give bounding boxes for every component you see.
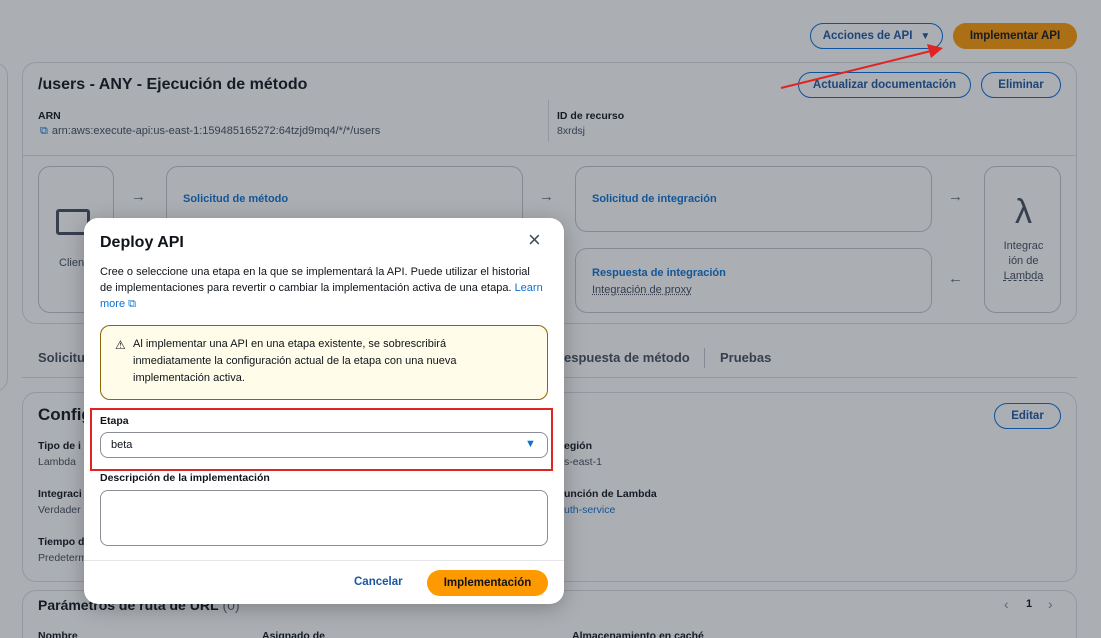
stage-label: Etapa [100, 415, 129, 427]
deploy-button[interactable]: Implementación [427, 570, 548, 596]
modal-description: Cree o seleccione una etapa en la que se… [100, 264, 545, 312]
modal-description-text: Cree o seleccione una etapa en la que se… [100, 266, 530, 294]
annotation-arrow [780, 44, 943, 89]
warning-icon: ⚠ [115, 338, 126, 352]
warning-text: Al implementar una API en una etapa exis… [133, 338, 457, 384]
stage-value: beta [111, 439, 133, 451]
caret-down-icon: ▼ [525, 438, 536, 450]
deployment-description-label: Descripción de la implementación [100, 472, 270, 484]
cancel-button[interactable]: Cancelar [354, 576, 403, 588]
warning-alert: ⚠ Al implementar una API en una etapa ex… [100, 325, 548, 400]
modal-title: Deploy API [100, 234, 184, 251]
external-link-icon: ⧉ [128, 298, 136, 310]
stage-select[interactable]: beta ▼ [100, 432, 548, 458]
close-icon[interactable]: × [528, 228, 541, 252]
deployment-description-input[interactable] [100, 490, 548, 546]
footer-divider [84, 560, 564, 561]
deploy-api-modal: Deploy API × Cree o seleccione una etapa… [84, 218, 564, 604]
